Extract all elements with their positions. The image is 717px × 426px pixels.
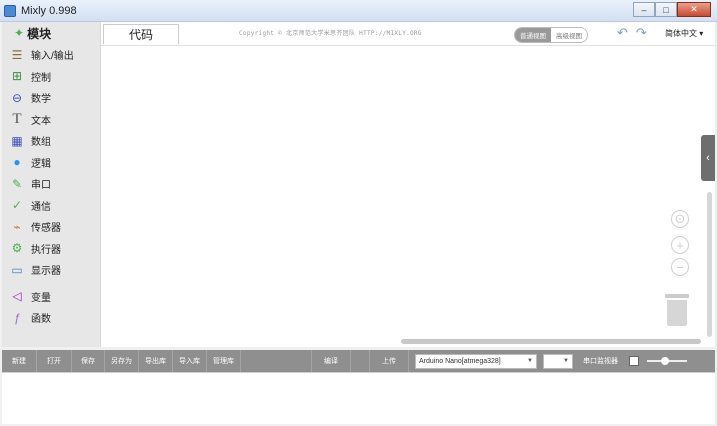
category-label: 传感器 bbox=[31, 223, 61, 235]
actuator-icon: ⚙ bbox=[11, 241, 23, 256]
category-label: 输入/输出 bbox=[31, 51, 74, 63]
blocks-icon: ✦ bbox=[14, 26, 25, 40]
trash-body bbox=[667, 300, 687, 326]
category-logic[interactable]: ● 逻辑 bbox=[2, 152, 100, 174]
category-io[interactable]: ☰ 输入/输出 bbox=[2, 44, 100, 66]
maximize-icon[interactable]: □ bbox=[655, 2, 677, 17]
category-math[interactable]: ⊖ 数学 bbox=[2, 87, 100, 109]
horizontal-scrollbar[interactable] bbox=[401, 339, 701, 344]
export-library-button[interactable]: 导出库 bbox=[139, 350, 173, 372]
category-actuator[interactable]: ⚙ 执行器 bbox=[2, 238, 100, 260]
category-label: 通信 bbox=[31, 201, 51, 213]
bottom-toolbar: 新建 打开 保存 另存为 导出库 导入库 管理库 编译 上传 Arduino N… bbox=[2, 350, 715, 372]
function-icon: ƒ bbox=[13, 310, 21, 325]
recenter-icon[interactable]: ⊙ bbox=[671, 210, 689, 228]
category-label: 变量 bbox=[31, 292, 51, 304]
category-label: 文本 bbox=[31, 115, 51, 127]
slider-knob[interactable] bbox=[661, 357, 669, 365]
sensor-icon: ⌁ bbox=[13, 219, 21, 234]
math-icon: ⊖ bbox=[11, 90, 23, 105]
category-control[interactable]: ⊞ 控制 bbox=[2, 66, 100, 88]
pen-icon: ✎ bbox=[11, 176, 23, 191]
gamepad-icon: ⊞ bbox=[11, 69, 23, 84]
copyright-text: Copyright © 北京师范大学米思齐团队 HTTP://MIXLY.ORG bbox=[239, 30, 422, 37]
category-label: 执行器 bbox=[31, 244, 61, 256]
bulb-icon: ● bbox=[13, 155, 21, 170]
save-as-button[interactable]: 另存为 bbox=[105, 350, 139, 372]
category-label: 显示器 bbox=[31, 266, 61, 278]
minimize-icon[interactable]: – bbox=[633, 2, 655, 17]
modules-header-label: 模块 bbox=[27, 26, 52, 41]
undo-redo: ↶ ↷ bbox=[617, 25, 647, 41]
text-icon: T bbox=[12, 110, 22, 127]
undo-icon[interactable]: ↶ bbox=[617, 25, 628, 41]
view-toggle: 普通视图 高级视图 bbox=[514, 27, 588, 43]
trash-icon[interactable] bbox=[665, 294, 689, 326]
io-icon: ☰ bbox=[11, 47, 23, 62]
modules-header[interactable]: ✦ 模块 bbox=[2, 22, 100, 44]
language-label: 简体中文 bbox=[665, 29, 697, 38]
block-workspace[interactable]: 代码 Copyright © 北京师范大学米思齐团队 HTTP://MIXLY.… bbox=[100, 22, 716, 347]
category-label: 控制 bbox=[31, 72, 51, 84]
category-label: 数学 bbox=[31, 94, 51, 106]
size-slider[interactable] bbox=[647, 357, 687, 365]
manage-library-button[interactable]: 管理库 bbox=[207, 350, 241, 372]
save-button[interactable]: 保存 bbox=[72, 350, 105, 372]
zoom-in-icon[interactable]: + bbox=[671, 236, 689, 254]
chevron-down-icon: ▾ bbox=[699, 29, 704, 38]
signal-icon: ✓ bbox=[11, 198, 23, 213]
tab-code[interactable]: 代码 bbox=[103, 24, 179, 44]
window-title: Mixly 0.998 bbox=[21, 4, 77, 17]
category-label: 逻辑 bbox=[31, 158, 51, 170]
compile-button[interactable]: 编译 bbox=[311, 350, 351, 372]
category-sidebar: ✦ 模块 ☰ 输入/输出 ⊞ 控制 ⊖ 数学 T 文本 ▦ 数组 ● 逻辑 ✎ … bbox=[2, 22, 100, 347]
chevron-down-icon: ▼ bbox=[527, 358, 533, 364]
import-library-button[interactable]: 导入库 bbox=[173, 350, 207, 372]
category-communication[interactable]: ✓ 通信 bbox=[2, 195, 100, 217]
workspace-divider bbox=[101, 45, 716, 46]
language-select[interactable]: 简体中文 ▾ bbox=[665, 28, 703, 39]
window-titlebar: Mixly 0.998 – □ ✕ bbox=[0, 0, 717, 22]
category-function[interactable]: ƒ 函数 bbox=[2, 307, 100, 329]
vertical-scrollbar[interactable] bbox=[707, 192, 712, 337]
upload-button[interactable]: 上传 bbox=[369, 350, 409, 372]
normal-view-button[interactable]: 普通视图 bbox=[515, 28, 551, 42]
output-console[interactable] bbox=[2, 372, 715, 424]
app-icon bbox=[4, 4, 16, 17]
advanced-view-button[interactable]: 高级视图 bbox=[551, 28, 587, 42]
redo-icon[interactable]: ↷ bbox=[636, 25, 647, 41]
category-label: 数组 bbox=[31, 137, 51, 149]
window-controls: – □ ✕ bbox=[633, 2, 711, 17]
category-sensor[interactable]: ⌁ 传感器 bbox=[2, 216, 100, 238]
category-array[interactable]: ▦ 数组 bbox=[2, 130, 100, 152]
monitor-icon: ▭ bbox=[11, 262, 23, 277]
serial-toggle-checkbox[interactable] bbox=[629, 356, 639, 366]
trash-lid bbox=[665, 294, 689, 298]
board-select-value: Arduino Nano[atmega328] bbox=[419, 357, 501, 365]
close-icon[interactable]: ✕ bbox=[677, 2, 711, 17]
chevron-down-icon: ▼ bbox=[563, 358, 569, 364]
new-button[interactable]: 新建 bbox=[2, 350, 37, 372]
array-icon: ▦ bbox=[11, 133, 23, 148]
board-select[interactable]: Arduino Nano[atmega328] ▼ bbox=[415, 353, 537, 369]
zoom-out-icon[interactable]: − bbox=[671, 258, 689, 276]
category-text[interactable]: T 文本 bbox=[2, 109, 100, 131]
category-variable[interactable]: ◁ 变量 bbox=[2, 286, 100, 308]
category-display[interactable]: ▭ 显示器 bbox=[2, 259, 100, 281]
port-select[interactable]: ▼ bbox=[543, 353, 573, 369]
serial-monitor-button[interactable]: 串口监视器 bbox=[577, 350, 624, 372]
collapse-panel-handle[interactable]: ‹ bbox=[701, 135, 715, 181]
variable-icon: ◁ bbox=[12, 289, 22, 304]
category-label: 串口 bbox=[31, 180, 51, 192]
open-button[interactable]: 打开 bbox=[37, 350, 72, 372]
category-label: 函数 bbox=[31, 314, 51, 326]
category-serial[interactable]: ✎ 串口 bbox=[2, 173, 100, 195]
